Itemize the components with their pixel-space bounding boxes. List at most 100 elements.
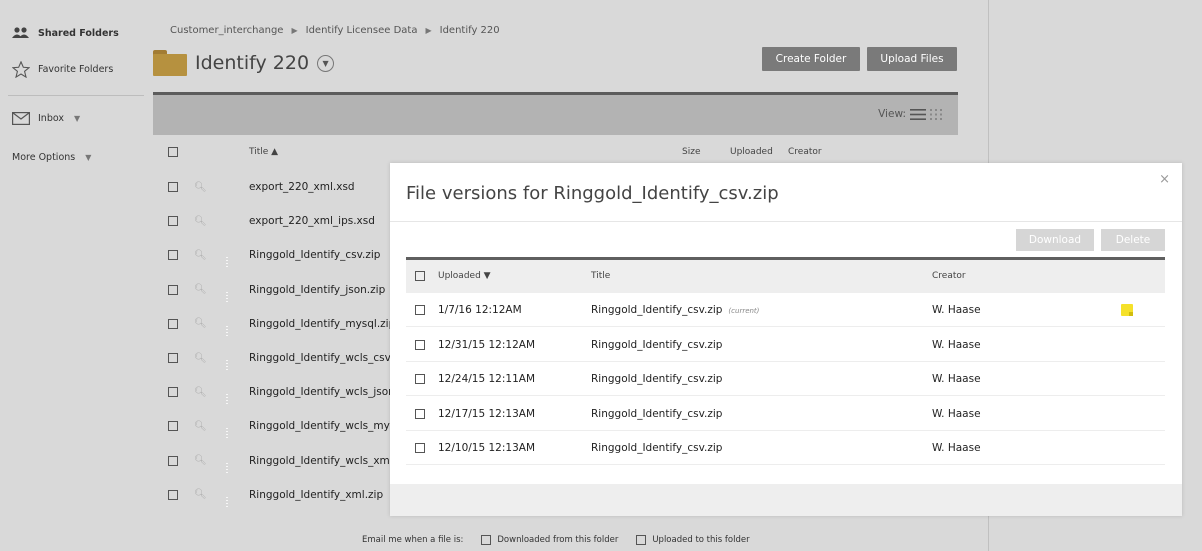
version-uploaded: 12/31/15 12:12AM — [438, 338, 535, 351]
column-header-size[interactable]: Size — [682, 147, 700, 157]
delete-button[interactable]: Delete — [1101, 229, 1165, 251]
table-row[interactable]: 1/7/16 12:12AM Ringgold_Identify_csv.zip (… — [406, 293, 1165, 327]
version-creator: W. Haase — [932, 338, 981, 351]
email-label: Email me when a file is: — [362, 535, 464, 545]
preview-icon[interactable]: 🔍︎ — [194, 216, 207, 227]
file-name[interactable]: Ringgold_Identify_wcls_xml — [249, 455, 393, 467]
create-folder-button[interactable]: Create Folder — [762, 47, 860, 71]
sidebar-item-favorite-folders[interactable]: Favorite Folders — [12, 61, 113, 78]
row-checkbox[interactable] — [168, 489, 178, 500]
version-title[interactable]: Ringgold_Identify_csv.zip — [591, 408, 722, 420]
version-title[interactable]: Ringgold_Identify_csv.zip — [591, 442, 722, 454]
preview-icon[interactable]: 🔍︎ — [194, 455, 207, 466]
version-creator: W. Haase — [932, 407, 981, 420]
file-name[interactable]: Ringgold_Identify_wcls_mys — [249, 420, 395, 432]
breadcrumb: Customer_interchange ▶ Identify Licensee… — [170, 25, 500, 36]
preview-icon[interactable]: 🔍︎ — [194, 353, 207, 364]
preview-icon[interactable]: 🔍︎ — [194, 421, 207, 432]
preview-icon[interactable]: 🔍︎ — [194, 182, 207, 193]
column-header-title[interactable]: Title — [591, 271, 610, 281]
breadcrumb-item[interactable]: Identify Licensee Data — [306, 25, 418, 36]
close-icon[interactable]: × — [1159, 172, 1170, 187]
chevron-right-icon: ▶ — [425, 26, 432, 35]
row-checkbox[interactable] — [168, 250, 178, 261]
preview-icon[interactable]: 🔍︎ — [194, 284, 207, 295]
table-row[interactable]: 12/17/15 12:13AM Ringgold_Identify_csv.zi… — [406, 397, 1165, 431]
folder-options-button[interactable]: ▼ — [317, 54, 335, 72]
list-view-icon[interactable] — [910, 108, 926, 120]
version-title-cell: Ringgold_Identify_csv.zip (current) — [591, 304, 759, 316]
row-checkbox[interactable] — [168, 216, 178, 227]
envelope-icon — [12, 112, 30, 125]
file-name[interactable]: Ringgold_Identify_csv.zip — [249, 249, 380, 261]
sidebar-divider — [8, 95, 144, 96]
version-title-cell: Ringgold_Identify_csv.zip — [591, 339, 722, 351]
row-checkbox[interactable] — [415, 374, 425, 384]
sidebar-item-more-options[interactable]: More Options ▼ — [12, 152, 91, 163]
table-row[interactable]: 12/24/15 12:11AM Ringgold_Identify_csv.zi… — [406, 362, 1165, 396]
file-name[interactable]: Ringgold_Identify_wcls_jsor — [249, 386, 392, 398]
row-checkbox[interactable] — [415, 305, 425, 315]
version-title[interactable]: Ringgold_Identify_csv.zip — [591, 339, 722, 351]
upload-files-button[interactable]: Upload Files — [867, 47, 957, 71]
users-icon — [12, 27, 29, 38]
row-checkbox[interactable] — [168, 387, 178, 398]
grid-view-icon[interactable] — [930, 108, 944, 120]
select-all-versions-checkbox[interactable] — [415, 271, 425, 281]
downloaded-checkbox[interactable] — [481, 535, 492, 545]
row-checkbox[interactable] — [168, 284, 178, 295]
column-header-uploaded[interactable]: Uploaded — [730, 147, 773, 157]
version-title-cell: Ringgold_Identify_csv.zip — [591, 373, 722, 385]
version-uploaded: 12/24/15 12:11AM — [438, 373, 535, 385]
versions-table-header: Uploaded ▼ Title Creator — [406, 260, 1165, 293]
chevron-down-icon: ▼ — [85, 153, 92, 162]
row-checkbox[interactable] — [168, 353, 178, 363]
select-all-checkbox[interactable] — [168, 147, 178, 157]
file-name[interactable]: Ringgold_Identify_xml.zip — [249, 489, 383, 501]
file-name[interactable]: Ringgold_Identify_wcls_csv. — [249, 352, 393, 364]
downloaded-label: Downloaded from this folder — [497, 535, 619, 545]
preview-icon[interactable]: 🔍︎ — [194, 318, 207, 329]
version-title-cell: Ringgold_Identify_csv.zip — [591, 442, 722, 454]
breadcrumb-item[interactable]: Identify 220 — [440, 25, 500, 36]
row-checkbox[interactable] — [415, 408, 425, 419]
file-name[interactable]: Ringgold_Identify_mysql.zip — [249, 318, 395, 330]
table-row[interactable]: 12/31/15 12:12AM Ringgold_Identify_csv.zi… — [406, 328, 1165, 362]
sidebar-item-label: Favorite Folders — [38, 64, 114, 75]
row-checkbox[interactable] — [168, 421, 178, 432]
breadcrumb-item[interactable]: Customer_interchange — [170, 25, 283, 36]
star-icon — [12, 61, 30, 78]
column-header-creator[interactable]: Creator — [932, 271, 966, 281]
column-header-creator[interactable]: Creator — [788, 147, 822, 157]
file-name[interactable]: export_220_xml_ips.xsd — [249, 215, 375, 227]
preview-icon[interactable]: 🔍︎ — [194, 250, 207, 261]
sidebar-item-inbox[interactable]: Inbox ▼ — [12, 112, 80, 125]
row-checkbox[interactable] — [415, 443, 425, 453]
sticky-note-icon[interactable] — [1121, 304, 1133, 316]
uploaded-checkbox[interactable] — [636, 535, 647, 545]
version-uploaded: 12/10/15 12:13AM — [438, 442, 535, 454]
version-uploaded: 12/17/15 12:13AM — [438, 407, 535, 420]
uploaded-label: Uploaded to this folder — [652, 535, 750, 545]
file-toolbar: View: — [153, 95, 958, 135]
chevron-right-icon: ▶ — [291, 26, 298, 35]
preview-icon[interactable]: 🔍︎ — [194, 387, 207, 398]
version-title[interactable]: Ringgold_Identify_csv.zip — [591, 304, 722, 316]
file-name[interactable]: Ringgold_Identify_json.zip — [249, 284, 385, 296]
preview-icon[interactable]: 🔍︎ — [194, 489, 207, 500]
folder-icon — [153, 50, 187, 76]
version-title[interactable]: Ringgold_Identify_csv.zip — [591, 373, 722, 385]
table-row[interactable]: 12/10/15 12:13AM Ringgold_Identify_csv.zi… — [406, 431, 1165, 465]
sidebar-item-shared-folders[interactable]: Shared Folders — [12, 27, 119, 39]
row-checkbox[interactable] — [168, 182, 178, 192]
version-creator: W. Haase — [932, 304, 981, 316]
row-checkbox[interactable] — [168, 455, 178, 466]
column-header-title[interactable]: Title ▲ — [249, 147, 278, 157]
file-name[interactable]: export_220_xml.xsd — [249, 181, 355, 193]
download-button[interactable]: Download — [1016, 229, 1094, 251]
email-notification-bar: Email me when a file is: Downloaded from… — [362, 535, 750, 545]
sidebar: Shared Folders Favorite Folders Inbox ▼ … — [0, 0, 144, 551]
column-header-uploaded[interactable]: Uploaded ▼ — [438, 271, 491, 281]
row-checkbox[interactable] — [168, 318, 178, 329]
row-checkbox[interactable] — [415, 339, 425, 350]
